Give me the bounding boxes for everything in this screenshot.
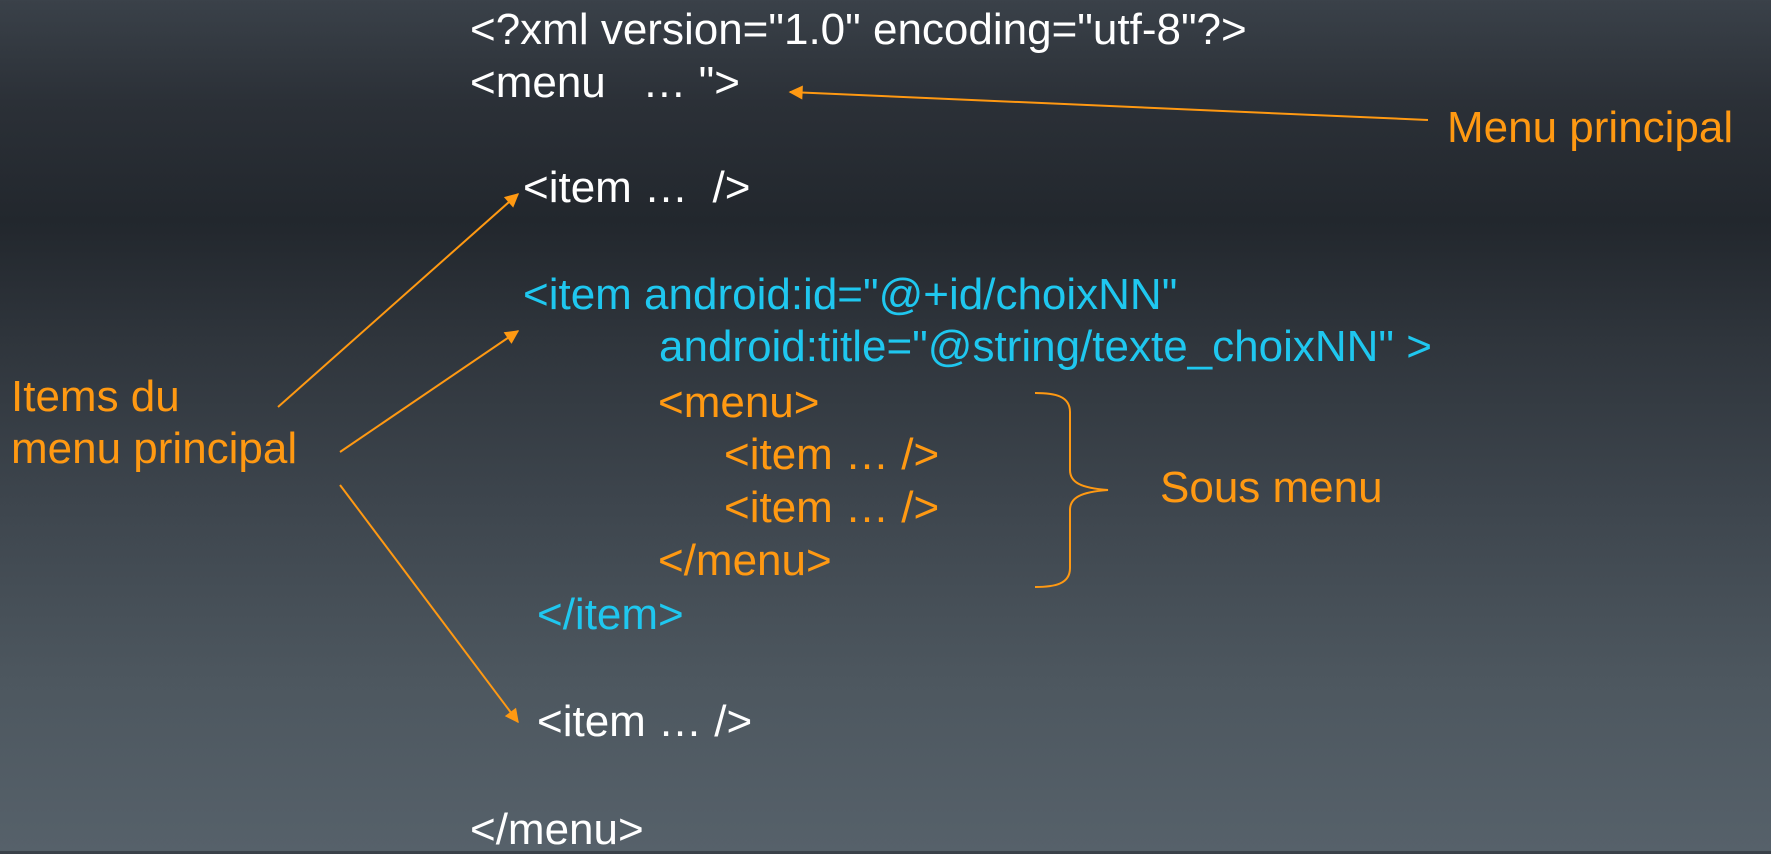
arrow-to-last-item — [339, 484, 519, 724]
submenu-item-1: <item … /> — [724, 430, 940, 479]
submenu-close-tag: </menu> — [658, 536, 832, 585]
item-close-tag: </item> — [537, 590, 684, 639]
submenu-open-tag: <menu> — [658, 378, 820, 427]
last-item-tag: <item … /> — [537, 697, 753, 746]
submenu-item-2: <item … /> — [724, 483, 940, 532]
menu-principal-arrow — [788, 85, 1429, 121]
items-label-line1: Items du — [11, 372, 180, 421]
item-id-line: <item android:id="@+id/choixNN" — [523, 270, 1178, 319]
first-item-tag: <item … /> — [523, 163, 751, 212]
xml-declaration: <?xml version="1.0" encoding="utf-8"?> — [470, 5, 1247, 54]
arrow-to-second-item — [339, 330, 520, 453]
menu-close-tag: </menu> — [470, 805, 644, 854]
menu-principal-label: Menu principal — [1447, 103, 1734, 152]
menu-open-tag: <menu … "> — [470, 58, 740, 107]
sous-menu-brace — [1034, 392, 1109, 588]
slide: <?xml version="1.0" encoding="utf-8"?> <… — [0, 0, 1771, 854]
item-title-line: android:title="@string/texte_choixNN" > — [659, 322, 1432, 371]
arrow-to-first-item — [277, 193, 520, 408]
items-label-line2: menu principal — [11, 424, 298, 473]
sous-menu-label: Sous menu — [1160, 463, 1383, 512]
